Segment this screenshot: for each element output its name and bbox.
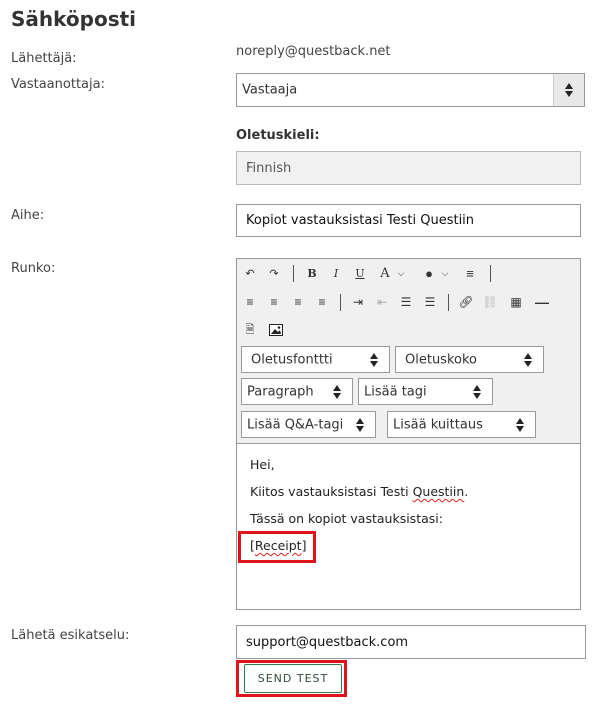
select-arrows-icon: [326, 379, 348, 404]
paragraph-format-select-value: Paragraph: [247, 384, 314, 399]
toolbar-divider: [293, 265, 294, 282]
clear-formatting-icon[interactable]: ≡: [462, 265, 478, 281]
font-size-select[interactable]: Oletuskoko: [395, 346, 544, 373]
thanks-line: Kiitos vastauksistasi Testi Questiin.: [250, 484, 469, 499]
align-center-icon[interactable]: ≡: [266, 294, 282, 310]
underline-icon[interactable]: U: [352, 265, 368, 281]
select-arrows-icon: [466, 379, 488, 404]
font-family-select-value: Oletusfonttti: [251, 352, 333, 367]
undo-icon[interactable]: ↶: [242, 265, 258, 281]
toolbar-divider: [340, 294, 341, 311]
receipt-select-value: Lisää kuittaus: [393, 417, 483, 432]
send-test-button[interactable]: SEND TEST: [244, 664, 342, 693]
tag-select-value: Lisää tagi: [364, 384, 427, 399]
table-icon[interactable]: ▦: [508, 294, 524, 310]
sender-label: Lähettäjä:: [11, 51, 77, 66]
tag-select[interactable]: Lisää tagi: [358, 378, 493, 405]
preview-email-input[interactable]: support@questback.com: [236, 625, 586, 659]
align-justify-icon[interactable]: ≡: [314, 294, 330, 310]
background-color-icon[interactable]: ●: [421, 265, 437, 281]
page-title: Sähköposti: [11, 7, 137, 31]
body-label: Runko:: [11, 261, 56, 276]
recipient-select-value: Vastaaja: [242, 82, 298, 98]
toolbar-divider: [448, 294, 449, 311]
document-icon[interactable]: 🗎︎: [242, 322, 258, 338]
unlink-icon[interactable]: ⛓︎: [482, 294, 498, 310]
copies-line: Tässä on kopiot vastauksistasi:: [250, 511, 443, 526]
default-language-field: Finnish: [236, 151, 581, 185]
preview-label: Lähetä esikatselu:: [11, 628, 130, 643]
select-arrows-icon: [553, 74, 584, 106]
select-arrows-icon: [509, 412, 531, 437]
numbered-list-icon[interactable]: ☰: [398, 294, 414, 310]
redo-icon[interactable]: ↷: [266, 265, 282, 281]
paragraph-format-select[interactable]: Paragraph: [241, 378, 353, 405]
select-arrows-icon: [363, 347, 385, 372]
outdent-icon[interactable]: ⇤: [374, 294, 390, 310]
horizontal-rule-icon[interactable]: —: [534, 294, 550, 310]
subject-label: Aihe:: [11, 208, 45, 223]
align-left-icon[interactable]: ≡: [242, 294, 258, 310]
bold-icon[interactable]: B: [304, 265, 320, 281]
sender-value: noreply@questback.net: [236, 44, 391, 59]
link-icon[interactable]: 🔗︎: [458, 294, 474, 310]
receipt-select[interactable]: Lisää kuittaus: [387, 411, 536, 438]
image-icon[interactable]: [268, 322, 284, 338]
italic-icon[interactable]: I: [328, 265, 344, 281]
select-arrows-icon: [517, 347, 539, 372]
font-size-select-value: Oletuskoko: [405, 352, 477, 367]
recipient-label: Vastaanottaja:: [11, 77, 105, 92]
align-right-icon[interactable]: ≡: [290, 294, 306, 310]
select-arrows-icon: [349, 412, 371, 437]
font-color-icon[interactable]: A: [377, 265, 393, 281]
qa-tag-select[interactable]: Lisää Q&A-tagi: [241, 411, 376, 438]
bulleted-list-icon[interactable]: ☰: [422, 294, 438, 310]
font-family-select[interactable]: Oletusfonttti: [241, 346, 390, 373]
qa-tag-select-value: Lisää Q&A-tagi: [247, 417, 344, 432]
subject-input[interactable]: Kopiot vastauksistasi Testi Questiin: [236, 204, 581, 237]
default-language-label: Oletuskieli:: [236, 128, 320, 143]
recipient-select[interactable]: Vastaaja: [236, 73, 585, 107]
chevron-down-icon[interactable]: ⌵: [393, 265, 409, 281]
receipt-highlight-box: [238, 531, 316, 563]
editor-content-area[interactable]: Hei, Kiitos vastauksistasi Testi Questii…: [237, 444, 580, 609]
indent-icon[interactable]: ⇥: [350, 294, 366, 310]
greeting-line: Hei,: [250, 457, 275, 472]
toolbar-divider: [490, 265, 491, 282]
chevron-down-icon[interactable]: ⌵: [437, 265, 453, 281]
editor-toolbar: ↶ ↷ B I U A ⌵ ● ⌵ ≡ ≡ ≡ ≡ ≡ ⇥ ⇤ ☰ ☰ 🔗︎ ⛓…: [237, 259, 580, 444]
